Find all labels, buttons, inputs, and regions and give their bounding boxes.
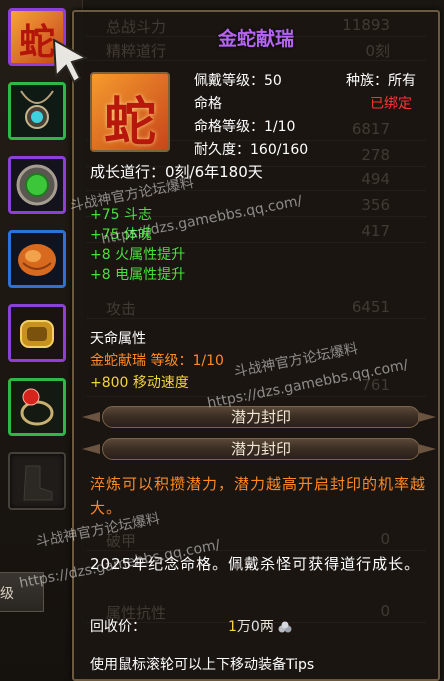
equipment-column: 蛇 级 [0,0,83,681]
bound-status: 已绑定 [370,96,412,112]
seal-left-ornament [82,412,100,422]
gold-bracer-icon [11,307,63,359]
item-snake-icon: 蛇 [90,72,170,152]
seal-right-ornament [418,444,436,454]
left-panel-tab[interactable]: 级 [0,572,44,612]
background-stat-row: 破甲 0 [86,530,426,551]
fate-level: 命格等级：1/10 [194,119,296,135]
silver-amount: 0 [250,619,260,635]
potential-seal-1: 潜力封印 [102,406,420,428]
gold-unit: 万 [236,619,251,635]
necklace-icon [11,85,63,137]
item-tooltip: 总战斗力 11893 精粹道行 0刻 6817 278 494 356 417 攻击… [72,10,440,681]
fate-attr-header: 天命属性 [90,331,146,347]
attr-spirit: +75 斗志 [90,207,152,223]
silver-unit: 两 [259,619,274,635]
background-stat-row: 攻击 6451 [86,298,426,319]
empty-boots-icon [23,465,53,501]
equip-slot-bracer[interactable] [8,304,66,362]
coin-icon [278,621,292,633]
jade-amulet-icon [11,159,63,211]
wear-level: 佩戴等级：50 [194,73,282,89]
item-description: 2025年纪念命格。佩戴杀怪可获得道行成长。 [90,555,421,573]
race: 种族：所有 [346,73,416,89]
ruby-ring-icon [11,381,63,433]
fate-attr-name-level: 金蛇献瑞 等级：1/10 [90,353,224,369]
equip-slot-empty[interactable] [8,452,66,510]
seal-left-ornament [82,444,100,454]
recycle-label: 回收价： [90,619,146,635]
seal-right-ornament [418,412,436,422]
recycle-price: 1万0两 [228,616,292,636]
equip-slot-ring[interactable] [8,378,66,436]
tips-hint: 使用鼠标滚轮可以上下移动装备Tips [90,657,315,673]
attr-electric: +8 电属性提升 [90,267,186,283]
gold-amount: 1 [228,619,237,635]
item-title: 金蛇献瑞 [217,28,294,50]
refine-note: 淬炼可以积攒潜力，潜力越高开启封印的机率越大。 [90,475,427,517]
mouse-cursor-icon [52,38,89,84]
amber-charm-icon [11,233,63,285]
potential-seal-2: 潜力封印 [102,438,420,460]
equip-slot-necklace[interactable] [8,82,66,140]
durability: 耐久度：160/160 [194,142,309,158]
equip-slot-amulet[interactable] [8,156,66,214]
equip-slot-charm[interactable] [8,230,66,288]
attr-physique: +75 体魄 [90,227,152,243]
growth-progress: 成长道行：0刻/6年180天 [90,163,263,181]
fate-attr-bonus: +800 移动速度 [90,375,189,391]
attr-fire: +8 火属性提升 [90,247,186,263]
item-category: 命格 [194,96,222,112]
